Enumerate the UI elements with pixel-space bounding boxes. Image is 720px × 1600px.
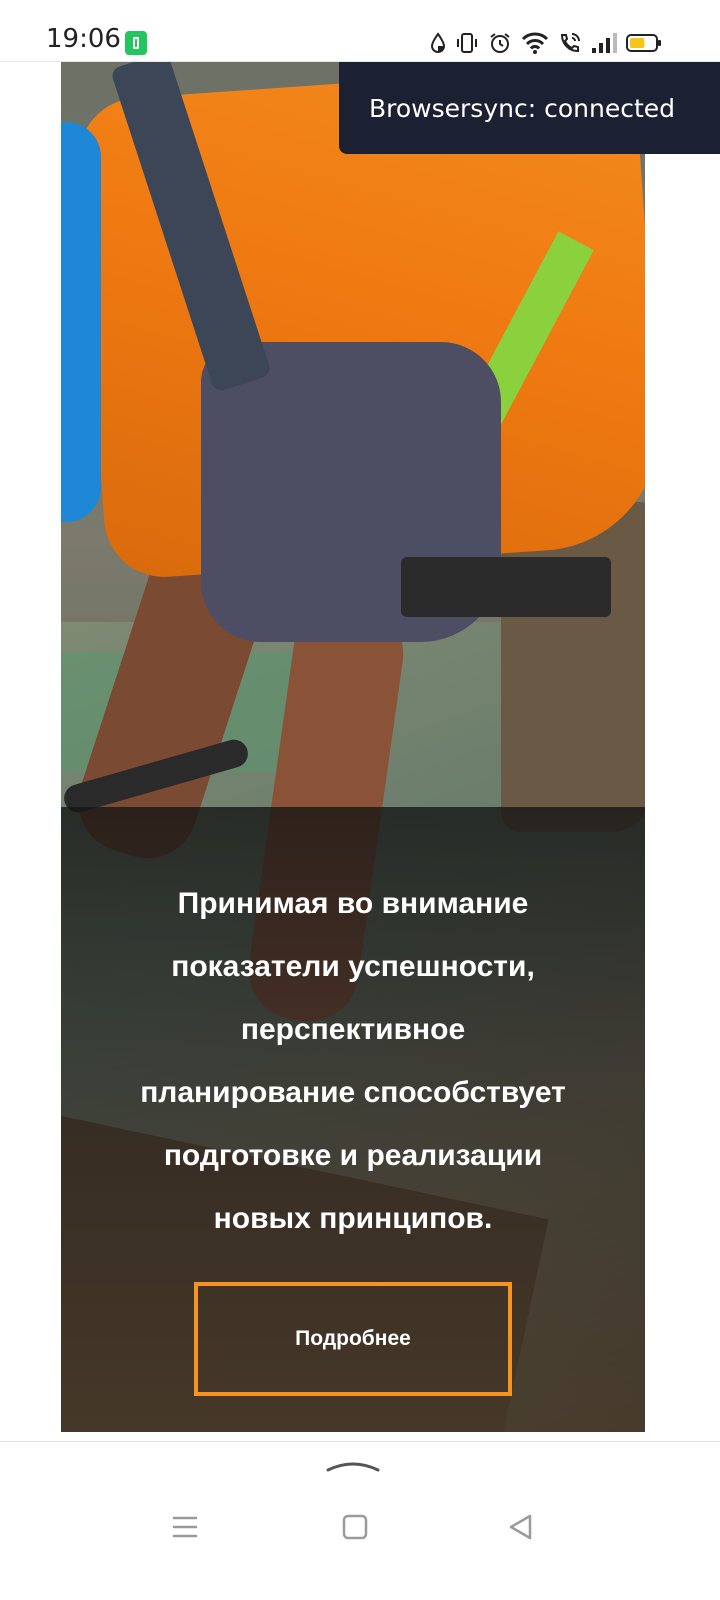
back-icon[interactable] — [506, 1512, 536, 1542]
card-text-line: новых принципов. — [213, 1202, 493, 1235]
toast-text: Browsersync: connected — [369, 93, 675, 123]
card-text: Принимая во внимание показатели успешнос… — [125, 872, 581, 1250]
more-button-label: Подробнее — [295, 1327, 411, 1350]
card-text-line: Принимая во внимание — [177, 887, 529, 920]
wifi-icon — [521, 31, 549, 55]
card-text-line: планирование способствует — [140, 1076, 566, 1109]
wifi-calling-icon — [558, 31, 582, 55]
signal-icon — [591, 32, 617, 54]
card-text-line: показатели успешности, — [171, 950, 535, 983]
more-button[interactable]: Подробнее — [194, 1282, 512, 1396]
vibrate-icon — [455, 31, 479, 55]
chevron-up-icon[interactable] — [326, 1456, 380, 1474]
card-text-line: подготовке и реализации — [163, 1139, 543, 1172]
bottom-panel — [0, 1441, 720, 1600]
status-bar: 19:06 — [0, 0, 720, 62]
battery-icon — [626, 32, 662, 54]
status-time: 19:06 — [46, 24, 121, 54]
battery-saver-icon — [125, 31, 147, 55]
status-icons — [430, 28, 662, 58]
home-icon[interactable] — [340, 1512, 370, 1542]
hero-card: Принимая во внимание показатели успешнос… — [61, 62, 645, 1432]
browsersync-toast: Browsersync: connected — [339, 62, 720, 154]
alarm-icon — [488, 31, 512, 55]
card-text-line: перспективное — [240, 1013, 466, 1046]
menu-icon[interactable] — [170, 1512, 200, 1542]
data-saver-icon — [430, 32, 446, 54]
